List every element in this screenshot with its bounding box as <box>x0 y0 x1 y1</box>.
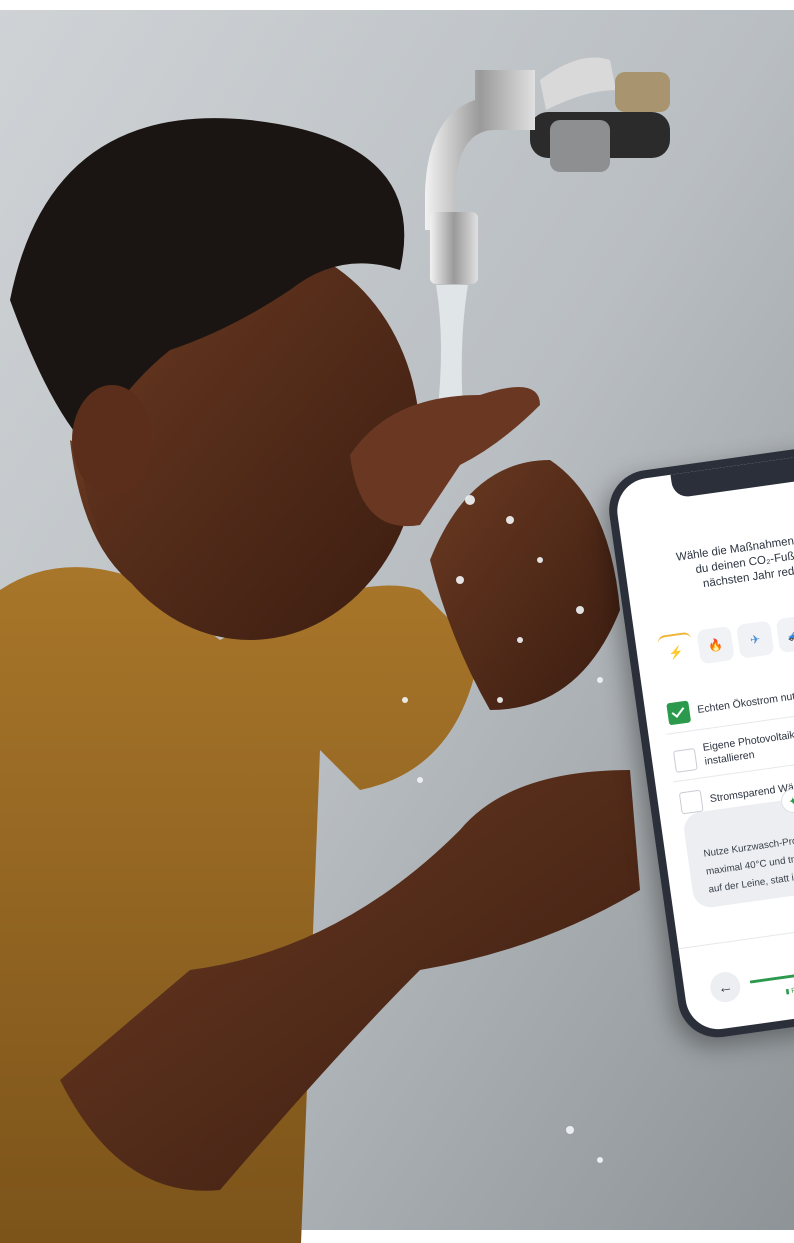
flame-icon: 🔥 <box>707 637 724 654</box>
checkbox[interactable] <box>672 748 698 773</box>
tab-electricity[interactable]: ⚡ <box>656 631 696 672</box>
progress-bar <box>749 963 794 984</box>
tab-heating[interactable]: 🔥 <box>696 625 735 665</box>
tab-flights[interactable]: ✈ <box>736 620 775 659</box>
option-label: Echten Ökostrom nutzen <box>696 688 794 716</box>
tab-car[interactable]: 🚙 <box>775 614 794 654</box>
car-icon: 🚙 <box>786 626 794 642</box>
category-tabs: ⚡ 🔥 ✈ 🚙 <box>656 614 794 672</box>
question-text: Wähle die Maßnahmen, mit denen du deinen… <box>653 523 794 598</box>
footer-divider <box>678 914 794 950</box>
progress-fill <box>749 973 794 984</box>
arrow-left-icon: ← <box>716 977 734 997</box>
lightning-icon: ⚡ <box>667 644 685 661</box>
checkbox[interactable] <box>678 789 704 815</box>
option-oekostrom[interactable]: Echten Ökostrom nutzen <box>666 672 794 726</box>
back-button[interactable]: ← <box>708 970 743 1005</box>
tip-text: Nutze Kurzwasch-Programme, maximal 40°C … <box>702 815 794 899</box>
checkbox-checked[interactable] <box>666 700 692 726</box>
result-label: ▮ Re <box>785 986 794 996</box>
plane-icon: ✈ <box>749 631 762 648</box>
